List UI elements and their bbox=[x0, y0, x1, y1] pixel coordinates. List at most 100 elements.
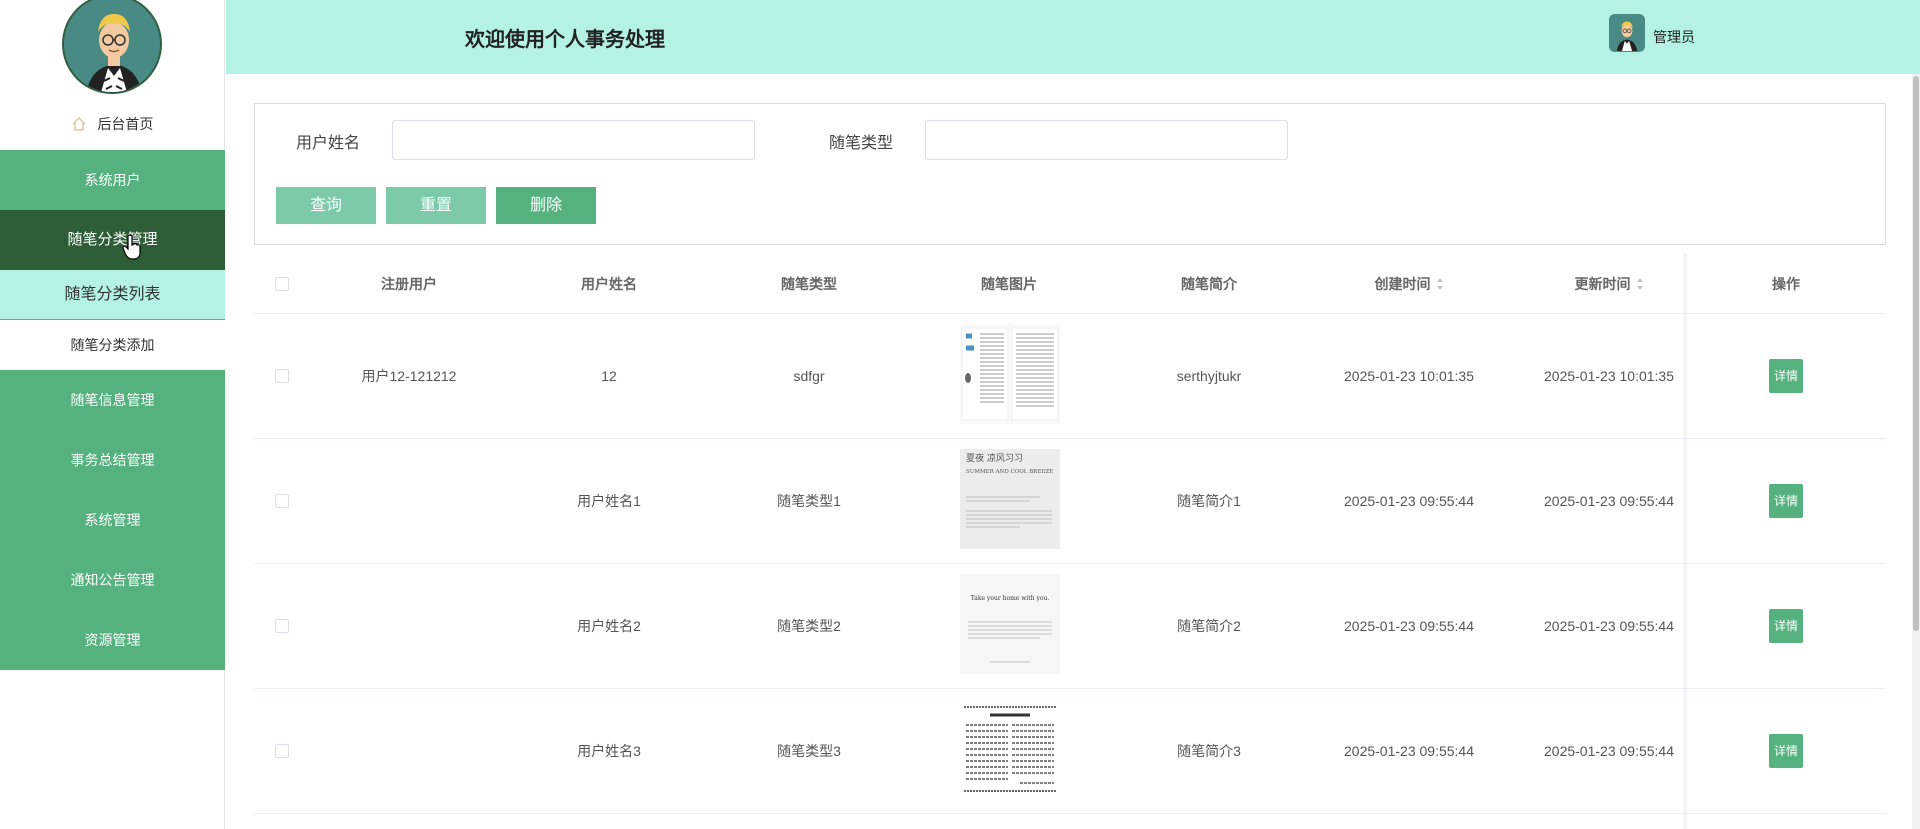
sidebar-item-system-users[interactable]: 系统用户 bbox=[0, 150, 225, 210]
cell-registered-user bbox=[309, 689, 509, 814]
table-row: 用户12-121212 12 sdfgr serthyjtukr 2025-01… bbox=[254, 314, 1886, 439]
cell-user-name: 用户姓名3 bbox=[577, 743, 641, 759]
detail-button[interactable]: 详情 bbox=[1769, 609, 1803, 643]
data-table: 注册用户 用户姓名 随笔类型 随笔图片 随笔简介 创建时间 更新时间 操作 用户… bbox=[254, 254, 1886, 814]
row-checkbox[interactable] bbox=[275, 369, 289, 383]
essay-thumbnail[interactable]: 夏夜 凉风习习 SUMMER AND COOL BREEZE bbox=[960, 449, 1060, 549]
cell-essay-type: 随笔类型3 bbox=[777, 743, 841, 759]
cell-essay-intro: 随笔简介3 bbox=[1177, 743, 1241, 759]
thumb-title-text: Take your home with you. bbox=[971, 595, 1050, 602]
detail-button[interactable]: 详情 bbox=[1769, 484, 1803, 518]
avatar-illustration-icon bbox=[64, 0, 160, 92]
cell-created-time: 2025-01-23 09:55:44 bbox=[1344, 493, 1474, 509]
user-avatar-icon bbox=[1609, 15, 1645, 51]
cell-essay-intro: 随笔简介2 bbox=[1177, 618, 1241, 634]
essay-type-input[interactable] bbox=[925, 120, 1288, 160]
row-checkbox[interactable] bbox=[275, 744, 289, 758]
sidebar-subitem-label: 随笔分类添加 bbox=[70, 337, 155, 353]
sort-icon[interactable] bbox=[1436, 277, 1444, 291]
thumb-title-text: 夏夜 凉风习习 bbox=[966, 452, 1023, 464]
sidebar-item-essay-info-mgmt[interactable]: 随笔信息管理 bbox=[0, 370, 225, 430]
col-actions: 操作 bbox=[1772, 276, 1800, 292]
cell-user-name: 用户姓名1 bbox=[577, 493, 641, 509]
cell-essay-type: 随笔类型2 bbox=[777, 618, 841, 634]
sidebar-item-system-mgmt[interactable]: 系统管理 bbox=[0, 490, 225, 550]
sidebar-item-affair-summary-mgmt[interactable]: 事务总结管理 bbox=[0, 430, 225, 490]
sidebar-item-label: 随笔信息管理 bbox=[70, 392, 155, 408]
sidebar-item-notice-mgmt[interactable]: 通知公告管理 bbox=[0, 550, 225, 610]
table-row: 用户姓名3 随笔类型3 随笔简介3 2025-01-23 09:55:44 20… bbox=[254, 689, 1886, 814]
sort-icon[interactable] bbox=[1636, 277, 1644, 291]
cell-user-name: 用户姓名2 bbox=[577, 618, 641, 634]
cell-registered-user bbox=[309, 564, 509, 689]
col-essay-intro: 随笔简介 bbox=[1181, 276, 1237, 292]
row-checkbox[interactable] bbox=[275, 619, 289, 633]
sidebar-item-essay-category-mgmt[interactable]: 随笔分类管理 bbox=[0, 210, 225, 270]
user-name[interactable]: 管理员 bbox=[1653, 27, 1695, 47]
table-header: 注册用户 用户姓名 随笔类型 随笔图片 随笔简介 创建时间 更新时间 操作 bbox=[254, 254, 1886, 314]
col-updated-time[interactable]: 更新时间 bbox=[1509, 254, 1709, 314]
col-essay-type: 随笔类型 bbox=[781, 276, 837, 292]
home-link[interactable]: 后台首页 bbox=[0, 114, 225, 134]
essay-type-label: 随笔类型 bbox=[829, 135, 894, 152]
select-all-checkbox[interactable] bbox=[275, 277, 289, 291]
row-checkbox[interactable] bbox=[275, 494, 289, 508]
cell-updated-time: 2025-01-23 09:55:44 bbox=[1544, 618, 1674, 634]
sidebar-menu: 系统用户 随笔分类管理 随笔分类列表 随笔分类添加 随笔信息管理 事务总结管理 … bbox=[0, 150, 225, 670]
col-updated-time-label: 更新时间 bbox=[1574, 276, 1631, 292]
sidebar-item-label: 系统管理 bbox=[84, 512, 141, 528]
col-user-name: 用户姓名 bbox=[581, 276, 637, 292]
detail-button[interactable]: 详情 bbox=[1769, 734, 1803, 768]
essay-thumbnail[interactable] bbox=[960, 324, 1060, 424]
sidebar-subitem-essay-category-add[interactable]: 随笔分类添加 bbox=[0, 320, 225, 370]
col-created-time[interactable]: 创建时间 bbox=[1309, 254, 1509, 314]
col-registered-user: 注册用户 bbox=[381, 276, 437, 292]
sidebar-item-resource-mgmt[interactable]: 资源管理 bbox=[0, 610, 225, 670]
essay-image-summer-icon: 夏夜 凉风习习 SUMMER AND COOL BREEZE bbox=[960, 449, 1060, 549]
sidebar-item-label: 事务总结管理 bbox=[70, 452, 155, 468]
reset-button[interactable]: 重置 bbox=[386, 187, 486, 224]
admin-avatar bbox=[62, 0, 162, 94]
sidebar-item-label: 通知公告管理 bbox=[70, 572, 155, 588]
cell-registered-user: 用户12-121212 bbox=[361, 368, 457, 384]
essay-image-home-icon: Take your home with you. bbox=[960, 574, 1060, 674]
search-panel: 用户姓名 随笔类型 查询 重置 删除 bbox=[254, 103, 1886, 245]
cell-created-time: 2025-01-23 09:55:44 bbox=[1344, 618, 1474, 634]
sidebar-item-label: 系统用户 bbox=[84, 172, 141, 188]
detail-button[interactable]: 详情 bbox=[1769, 359, 1803, 393]
cell-essay-type: sdfgr bbox=[793, 368, 825, 384]
delete-button[interactable]: 删除 bbox=[496, 187, 596, 224]
essay-thumbnail[interactable]: Take your home with you. bbox=[960, 574, 1060, 674]
sidebar-subitem-essay-category-list[interactable]: 随笔分类列表 bbox=[0, 270, 225, 320]
fixed-column-shadow bbox=[1684, 254, 1688, 829]
cell-registered-user bbox=[309, 439, 509, 564]
cell-updated-time: 2025-01-23 10:01:35 bbox=[1544, 368, 1674, 384]
top-header: 欢迎使用个人事务处理 管理员 bbox=[226, 0, 1920, 74]
sidebar: 后台首页 系统用户 随笔分类管理 随笔分类列表 随笔分类添加 随笔信息管理 事务… bbox=[0, 0, 225, 829]
user-name-label: 用户姓名 bbox=[296, 135, 361, 152]
table-row: 用户姓名2 随笔类型2 Take your home with you. 随笔简… bbox=[254, 564, 1886, 689]
page-title: 欢迎使用个人事务处理 bbox=[465, 29, 665, 51]
sidebar-item-label: 随笔分类管理 bbox=[67, 231, 158, 248]
cell-essay-intro: 随笔简介1 bbox=[1177, 493, 1241, 509]
home-icon bbox=[72, 117, 86, 131]
sidebar-subitem-label: 随笔分类列表 bbox=[64, 286, 161, 303]
page-scrollbar-thumb[interactable] bbox=[1913, 76, 1919, 631]
cell-essay-type: 随笔类型1 bbox=[777, 493, 841, 509]
home-link-label: 后台首页 bbox=[97, 116, 154, 132]
cell-updated-time: 2025-01-23 09:55:44 bbox=[1544, 743, 1674, 759]
query-button[interactable]: 查询 bbox=[276, 187, 376, 224]
essay-thumbnail[interactable] bbox=[960, 699, 1060, 799]
essay-image-text-page-icon bbox=[960, 699, 1060, 799]
cell-user-name: 12 bbox=[601, 368, 617, 384]
cell-created-time: 2025-01-23 10:01:35 bbox=[1344, 368, 1474, 384]
hand-cursor-icon bbox=[122, 234, 141, 260]
table-row: 用户姓名1 随笔类型1 夏夜 凉风习习 SUMMER AND COOL BREE… bbox=[254, 439, 1886, 564]
sidebar-item-label: 资源管理 bbox=[84, 632, 141, 648]
cell-updated-time: 2025-01-23 09:55:44 bbox=[1544, 493, 1674, 509]
col-essay-image: 随笔图片 bbox=[981, 276, 1037, 292]
user-name-input[interactable] bbox=[392, 120, 755, 160]
cell-essay-intro: serthyjtukr bbox=[1176, 368, 1242, 384]
col-created-time-label: 创建时间 bbox=[1374, 276, 1431, 292]
user-avatar[interactable] bbox=[1609, 14, 1645, 52]
